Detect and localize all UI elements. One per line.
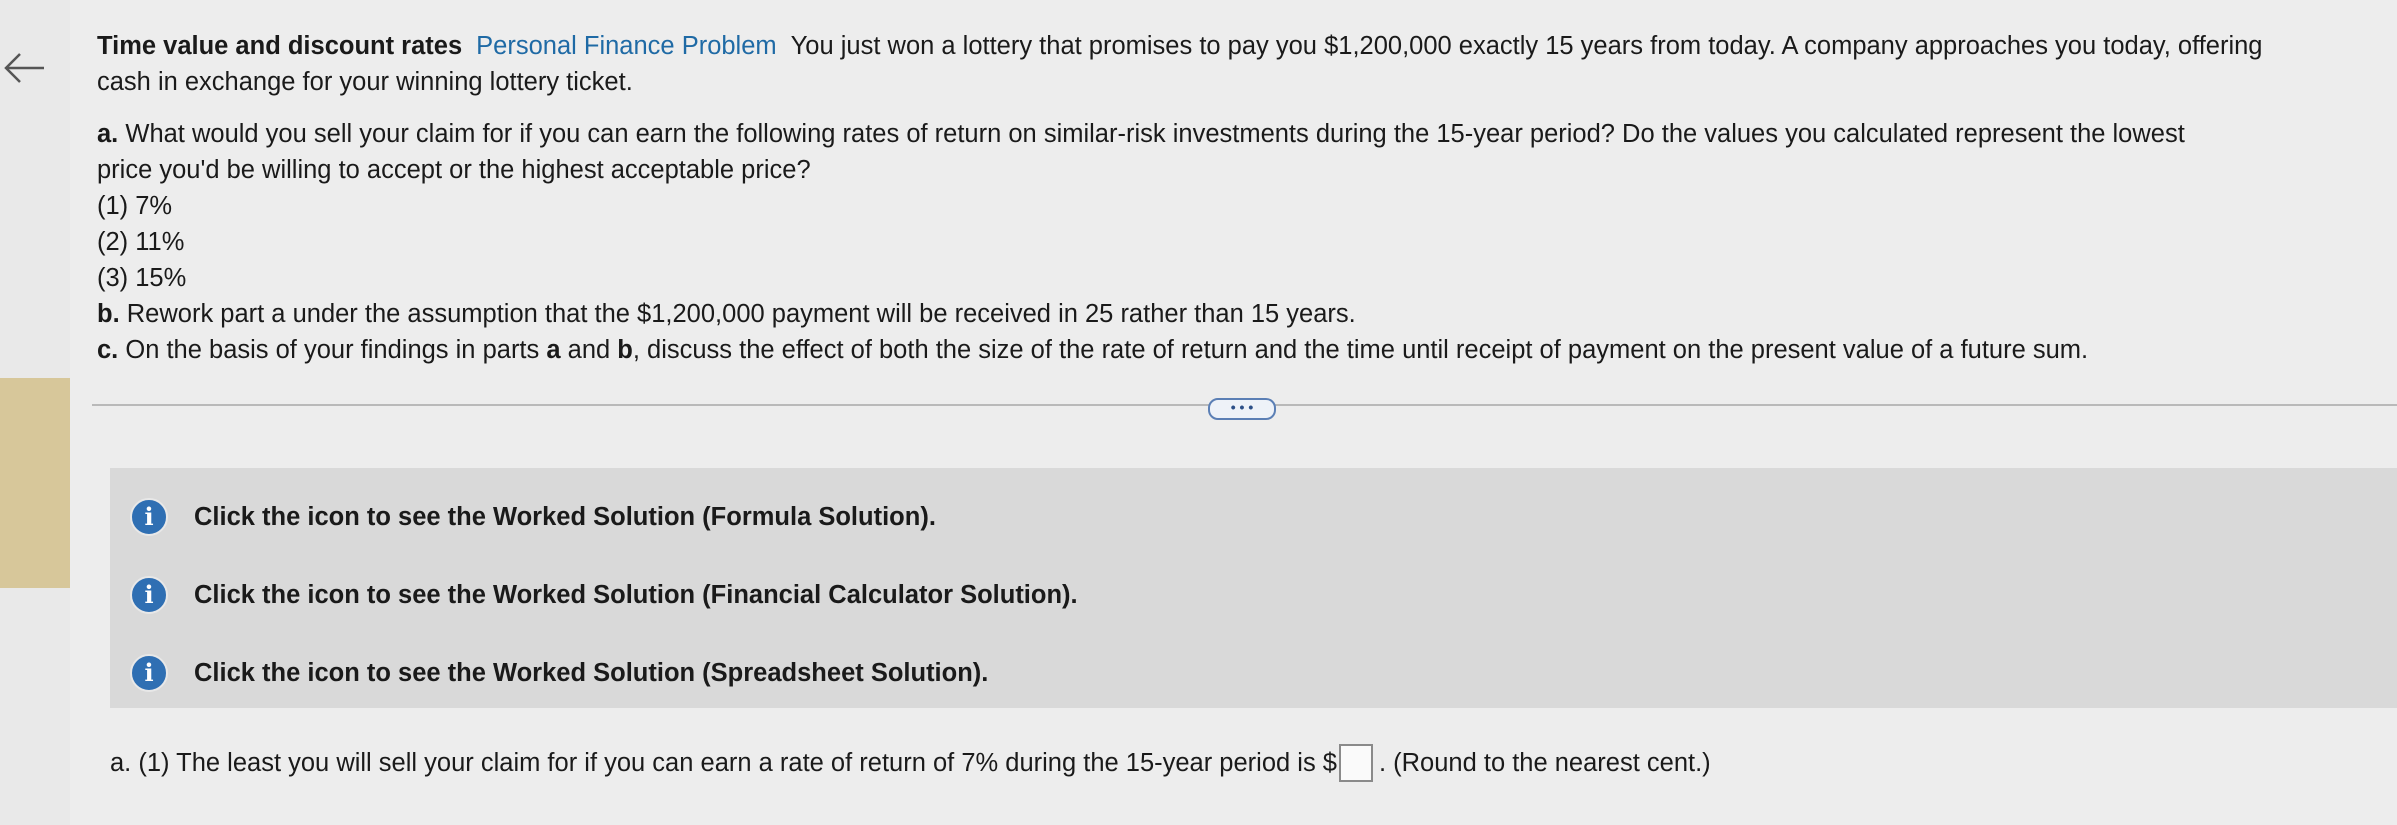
part-c-text-and: and (560, 336, 618, 364)
info-icon[interactable]: i (130, 498, 168, 536)
part-c-ref-a: a (546, 336, 561, 364)
problem-tag: Personal Finance Problem (476, 32, 777, 60)
answer-prefix: a. (1) The least you will sell your clai… (110, 748, 1337, 777)
intro-line-1: You just won a lottery that promises to … (790, 32, 2263, 60)
part-c-text-pre: On the basis of your findings in parts (125, 336, 547, 364)
left-tan-marker (0, 378, 70, 588)
solution-row-formula: i Click the icon to see the Worked Solut… (130, 498, 936, 536)
rate-item-1: (1) 7% (97, 192, 173, 220)
info-icon[interactable]: i (130, 654, 168, 692)
part-b: b. Rework part a under the assumption th… (97, 296, 2367, 332)
back-arrow-icon[interactable] (0, 42, 52, 94)
problem-title: Time value and discount rates (97, 32, 463, 60)
part-b-text: Rework part a under the assumption that … (126, 300, 1356, 328)
part-a: a. What would you sell your claim for if… (97, 116, 2367, 188)
rate-item-2: (2) 11% (97, 228, 185, 256)
solution-row-spreadsheet: i Click the icon to see the Worked Solut… (130, 654, 988, 692)
info-icon[interactable]: i (130, 576, 168, 614)
part-c-letter: c. (97, 336, 119, 364)
part-c: c. On the basis of your findings in part… (97, 332, 2367, 368)
part-c-ref-b: b (617, 336, 633, 364)
part-a-letter: a. (97, 120, 119, 148)
more-options-button[interactable]: • • • (1208, 398, 1276, 420)
solution-label-formula: Click the icon to see the Worked Solutio… (194, 502, 936, 531)
answer-suffix: . (Round to the nearest cent.) (1378, 748, 1711, 777)
problem-intro: Time value and discount rates Personal Fi… (97, 28, 2367, 100)
solution-label-spreadsheet: Click the icon to see the Worked Solutio… (194, 658, 989, 687)
answer-line: a. (1) The least you will sell your clai… (110, 744, 1711, 782)
worked-solutions-panel: i Click the icon to see the Worked Solut… (110, 468, 2397, 708)
part-a-text-2: price you'd be willing to accept or the … (97, 156, 811, 184)
part-b-letter: b. (97, 300, 120, 328)
part-a-text: What would you sell your claim for if yo… (125, 120, 2185, 148)
solution-row-calculator: i Click the icon to see the Worked Solut… (130, 576, 1078, 614)
part-c-text-post: , discuss the effect of both the size of… (632, 336, 2089, 364)
rate-item-3: (3) 15% (97, 264, 187, 292)
problem-statement: Time value and discount rates Personal Fi… (97, 28, 2367, 368)
solution-label-calculator: Click the icon to see the Worked Solutio… (194, 580, 1078, 609)
answer-input[interactable] (1338, 744, 1373, 782)
intro-line-2: cash in exchange for your winning lotter… (97, 68, 633, 96)
